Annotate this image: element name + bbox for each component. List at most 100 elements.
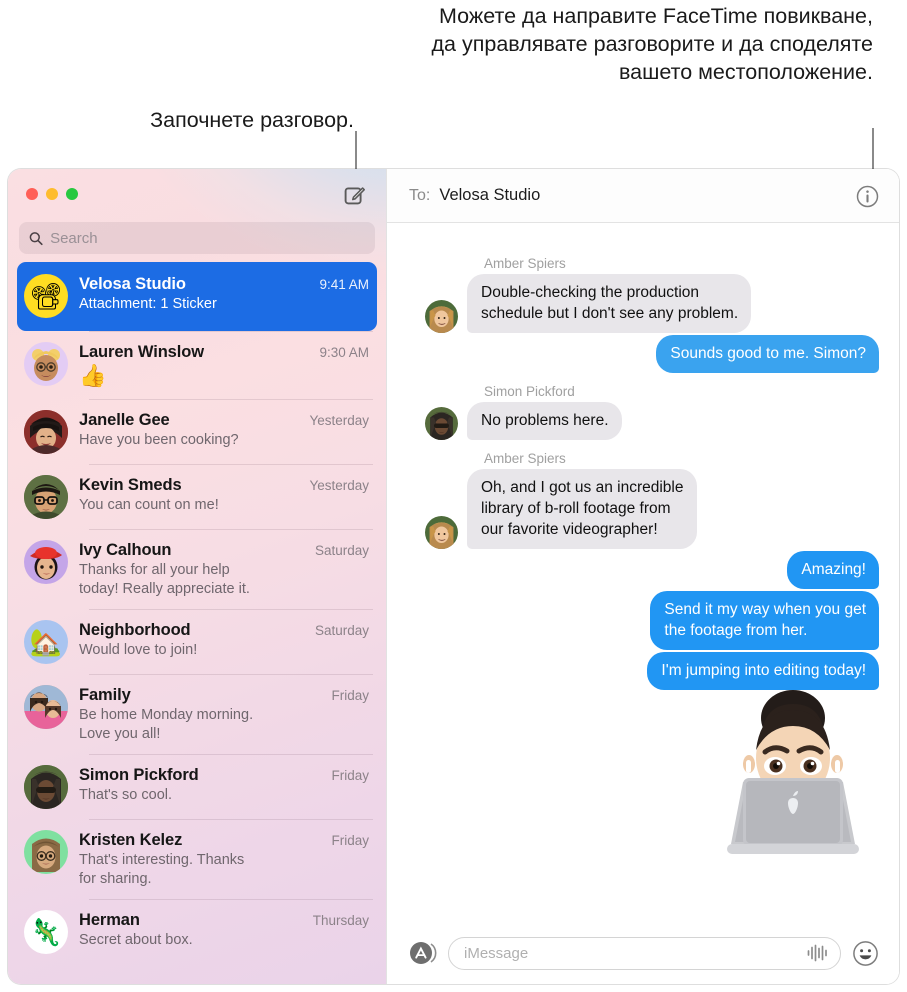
- message-row: Send it my way when you get the footage …: [407, 591, 884, 650]
- avatar: 🦎: [24, 910, 68, 954]
- record-audio-button[interactable]: [806, 944, 828, 962]
- conversation-title: Herman: [79, 911, 140, 929]
- message-avatar: [425, 300, 458, 333]
- conversation-preview: Thanks for all your help today! Really a…: [79, 562, 250, 597]
- memoji-laptop-art: [727, 690, 859, 854]
- conversation-preview: You can count on me!: [79, 497, 219, 513]
- imessage-input[interactable]: [464, 944, 798, 962]
- message-group: Simon Pickford No problems here.: [407, 384, 879, 440]
- conversation-row[interactable]: 🏡 Neighborhood Saturday Would love to join!: [17, 610, 377, 674]
- message-bubble[interactable]: Oh, and I got us an incredible library o…: [462, 469, 697, 549]
- conversation-row[interactable]: Kevin Smeds Yesterday You can count on me!: [17, 465, 377, 529]
- avatar: [24, 685, 68, 729]
- conversation-top-row: Herman Thursday: [79, 911, 369, 930]
- minimize-button[interactable]: [46, 188, 58, 200]
- conversation-title: Simon Pickford: [79, 766, 199, 784]
- conversation-timestamp: Saturday: [314, 543, 369, 558]
- imessage-input-field[interactable]: [448, 936, 841, 970]
- conversation-timestamp: Thursday: [312, 913, 369, 928]
- conversation-top-row: Janelle Gee Yesterday: [79, 411, 369, 430]
- message-bubble[interactable]: I'm jumping into editing today!: [647, 652, 884, 690]
- message-bubble[interactable]: Amazing!: [787, 551, 884, 589]
- conversation-body: Herman Thursday Secret about box.: [79, 910, 369, 950]
- conversation-preview: Would love to join!: [79, 642, 198, 658]
- message-bubble[interactable]: Sounds good to me. Simon?: [656, 335, 884, 373]
- messages-app-screenshot: Започнете разговор. Можете да направите …: [0, 0, 907, 992]
- conversation-details-button[interactable]: [856, 185, 879, 208]
- message-thread[interactable]: Amber Spiers Double-checking the producti…: [387, 223, 899, 922]
- conversation-body: Simon Pickford Friday That's so cool.: [79, 765, 369, 805]
- conversation-top-row: Lauren Winslow 9:30 AM: [79, 343, 369, 362]
- avatar: [24, 410, 68, 454]
- conversation-row[interactable]: 📽 Velosa Studio 9:41 AM Attachment: 1 Stick…: [17, 262, 377, 331]
- app-store-button[interactable]: [407, 938, 437, 968]
- conversation-list[interactable]: 📽 Velosa Studio 9:41 AM Attachment: 1 Stick…: [8, 262, 386, 984]
- conversation-row[interactable]: 🦎 Herman Thursday Secret about box.: [17, 900, 377, 964]
- message-bubble[interactable]: Send it my way when you get the footage …: [650, 591, 884, 650]
- conversation-top-row: Simon Pickford Friday: [79, 766, 369, 785]
- search-bar[interactable]: [19, 222, 375, 254]
- photo-kevin-art: [24, 475, 68, 519]
- close-button[interactable]: [26, 188, 38, 200]
- conversation-row[interactable]: Lauren Winslow 9:30 AM 👍: [17, 332, 377, 399]
- conversation-row[interactable]: Family Friday Be home Monday morning. Love…: [17, 675, 377, 754]
- photo-family-art: [24, 685, 68, 729]
- memoji-laptop-sticker[interactable]: [713, 686, 873, 856]
- message-row: No problems here.: [407, 402, 879, 440]
- avatar: 📽: [24, 274, 68, 318]
- info-circle-icon: [856, 185, 879, 208]
- avatar: [24, 475, 68, 519]
- avatar: [24, 342, 68, 386]
- emoji-smiley-icon: [853, 940, 878, 966]
- conversation-preview: Secret about box.: [79, 932, 193, 948]
- conversation-top-row: Velosa Studio 9:41 AM: [79, 275, 369, 294]
- photo-simon-art: [425, 407, 458, 440]
- conversation-timestamp: Yesterday: [309, 413, 369, 428]
- message-bubble[interactable]: No problems here.: [462, 402, 622, 440]
- recipient-name[interactable]: Velosa Studio: [439, 186, 540, 205]
- message-sender-name: Simon Pickford: [484, 384, 575, 399]
- chat-pane: To: Velosa Studio Amber Spiers Double-che…: [386, 169, 899, 984]
- window-titlebar: [8, 169, 386, 219]
- conversation-preview: 👍: [79, 363, 107, 388]
- message-group: Sounds good to me. Simon?: [407, 335, 884, 373]
- conversation-body: Janelle Gee Yesterday Have you been cookin…: [79, 410, 369, 450]
- conversation-title: Neighborhood: [79, 621, 191, 639]
- search-input[interactable]: [50, 229, 365, 247]
- conversation-top-row: Family Friday: [79, 686, 369, 705]
- conversation-body: Velosa Studio 9:41 AM Attachment: 1 Sticke…: [79, 274, 369, 314]
- conversation-timestamp: Friday: [331, 833, 369, 848]
- conversation-title: Lauren Winslow: [79, 343, 204, 361]
- conversation-row[interactable]: Kristen Kelez Friday That's interesting. T…: [17, 820, 377, 899]
- conversation-top-row: Kristen Kelez Friday: [79, 831, 369, 850]
- message-bubble[interactable]: Double-checking the production schedule …: [461, 274, 752, 333]
- conversation-preview: That's so cool.: [79, 787, 173, 803]
- compose-new-message-button[interactable]: [344, 184, 366, 206]
- avatar: [24, 830, 68, 874]
- conversation-preview: Have you been cooking?: [79, 432, 239, 448]
- conversation-row[interactable]: Simon Pickford Friday That's so cool.: [17, 755, 377, 819]
- conversation-title: Velosa Studio: [79, 275, 186, 293]
- message-group: Send it my way when you get the footage …: [407, 591, 884, 650]
- sticker-row: [407, 686, 879, 856]
- conversation-timestamp: 9:30 AM: [319, 345, 369, 360]
- conversation-row[interactable]: Janelle Gee Yesterday Have you been cookin…: [17, 400, 377, 464]
- photo-simon-art: [24, 765, 68, 809]
- conversation-top-row: Neighborhood Saturday: [79, 621, 369, 640]
- avatar-emoji: 🦎: [29, 917, 63, 947]
- photo-janelle-art: [24, 410, 68, 454]
- conversation-body: Kevin Smeds Yesterday You can count on me!: [79, 475, 369, 515]
- conversation-title: Kevin Smeds: [79, 476, 182, 494]
- message-row: Sounds good to me. Simon?: [407, 335, 884, 373]
- conversation-preview: Attachment: 1 Sticker: [79, 296, 217, 312]
- emoji-picker-button[interactable]: [852, 940, 879, 967]
- conversation-body: Kristen Kelez Friday That's interesting. T…: [79, 830, 369, 889]
- conversation-row[interactable]: Ivy Calhoun Saturday Thanks for all your h…: [17, 530, 377, 609]
- callout-facetime-description: Можете да направите FaceTime повикване, …: [431, 4, 873, 84]
- message-group: Amber Spiers Double-checking the producti…: [407, 256, 879, 333]
- zoom-button[interactable]: [66, 188, 78, 200]
- conversation-timestamp: Yesterday: [309, 478, 369, 493]
- message-composer: [387, 922, 899, 984]
- message-row: Double-checking the production schedule …: [407, 274, 879, 333]
- message-avatar: [425, 516, 458, 549]
